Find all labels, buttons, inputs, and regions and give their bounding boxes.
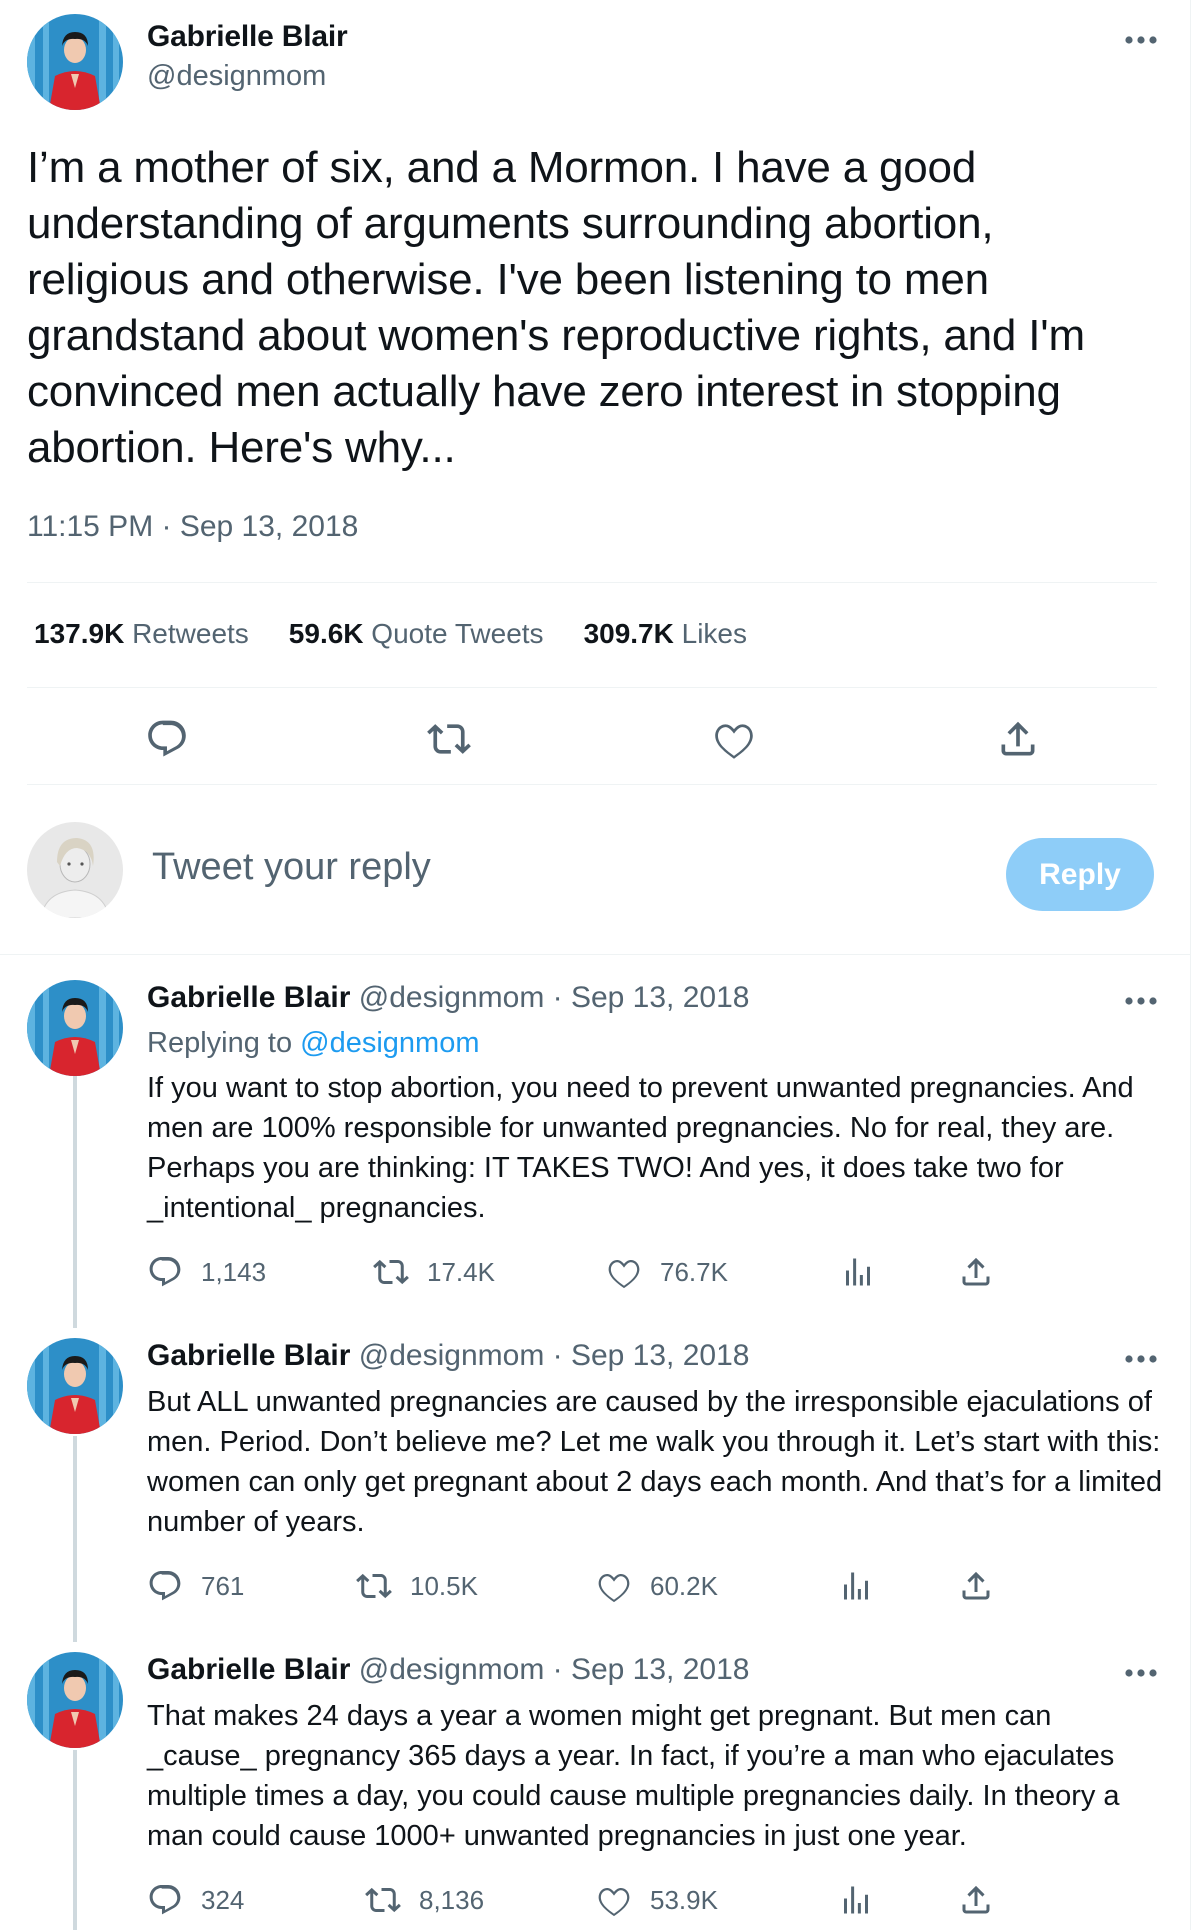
more-icon[interactable] bbox=[1124, 35, 1158, 45]
like-icon[interactable] bbox=[712, 717, 756, 761]
tweet-text: But ALL unwanted pregnancies are caused … bbox=[147, 1386, 1163, 1538]
retweet-icon[interactable] bbox=[427, 717, 471, 761]
author-avatar[interactable] bbox=[27, 1652, 123, 1748]
replying-to-handle[interactable]: @designmom bbox=[300, 1027, 479, 1059]
divider bbox=[27, 687, 1157, 688]
reply-count: 1,143 bbox=[201, 1256, 267, 1287]
divider bbox=[27, 582, 1157, 583]
author-name[interactable]: Gabrielle Blair bbox=[147, 981, 350, 1014]
analytics-icon[interactable] bbox=[840, 1254, 876, 1290]
like-action[interactable]: 60.2K bbox=[596, 1568, 718, 1604]
tweet-meta[interactable]: @designmom · Sep 13, 2018 bbox=[359, 981, 750, 1014]
tweet-stats: 137.9K Retweets 59.6K Quote Tweets 309.7… bbox=[34, 618, 747, 650]
share-action[interactable] bbox=[958, 1254, 994, 1290]
more-icon[interactable] bbox=[1124, 1668, 1158, 1678]
like-action[interactable]: 53.9K bbox=[596, 1882, 718, 1918]
share-icon[interactable] bbox=[958, 1254, 994, 1290]
reply-button[interactable]: Reply bbox=[1006, 838, 1154, 911]
current-user-avatar[interactable] bbox=[27, 822, 123, 918]
analytics-icon[interactable] bbox=[838, 1882, 874, 1918]
retweet-action[interactable]: 8,136 bbox=[365, 1882, 484, 1918]
quote-tweets-stat[interactable]: 59.6K Quote Tweets bbox=[289, 618, 544, 650]
like-icon[interactable] bbox=[596, 1882, 632, 1918]
replying-to: Replying to @designmom bbox=[147, 1027, 480, 1060]
likes-stat[interactable]: 309.7K Likes bbox=[584, 618, 747, 650]
more-icon[interactable] bbox=[1124, 996, 1158, 1006]
share-icon[interactable] bbox=[958, 1882, 994, 1918]
reply-action[interactable]: 324 bbox=[147, 1882, 244, 1918]
reply-icon[interactable] bbox=[147, 1568, 183, 1604]
retweet-action[interactable]: 17.4K bbox=[373, 1254, 495, 1290]
analytics-action[interactable] bbox=[838, 1882, 874, 1918]
tweet-header: Gabrielle Blair @designmom · Sep 13, 201… bbox=[147, 1653, 749, 1687]
like-icon[interactable] bbox=[606, 1254, 642, 1290]
thread-connector bbox=[73, 1750, 77, 1930]
analytics-icon[interactable] bbox=[838, 1568, 874, 1604]
retweet-count: 10.5K bbox=[410, 1570, 478, 1601]
thread-connector bbox=[73, 1076, 77, 1328]
tweet-text: I’m a mother of six, and a Mormon. I hav… bbox=[27, 143, 1085, 472]
author-name[interactable]: Gabrielle Blair bbox=[147, 20, 348, 54]
reply-action[interactable]: 761 bbox=[147, 1568, 244, 1604]
share-action[interactable] bbox=[958, 1568, 994, 1604]
share-icon[interactable] bbox=[996, 717, 1040, 761]
reply-input[interactable]: Tweet your reply bbox=[152, 846, 431, 889]
author-handle[interactable]: @designmom bbox=[147, 60, 326, 93]
analytics-action[interactable] bbox=[838, 1568, 874, 1604]
tweet-page: Gabrielle Blair @designmom I’m a mother … bbox=[0, 0, 1194, 1930]
reply-count: 324 bbox=[201, 1884, 245, 1915]
tweet-timestamp[interactable]: 11:15 PM · Sep 13, 2018 bbox=[27, 510, 358, 544]
thread-connector bbox=[73, 1436, 77, 1642]
share-icon[interactable] bbox=[958, 1568, 994, 1604]
reply-icon[interactable] bbox=[145, 717, 189, 761]
retweet-count: 17.4K bbox=[427, 1256, 495, 1287]
like-count: 60.2K bbox=[650, 1570, 718, 1601]
reply-icon[interactable] bbox=[147, 1254, 183, 1290]
tweet-header: Gabrielle Blair @designmom · Sep 13, 201… bbox=[147, 1339, 749, 1373]
retweet-count: 8,136 bbox=[419, 1884, 485, 1915]
reply-icon[interactable] bbox=[147, 1882, 183, 1918]
like-count: 76.7K bbox=[660, 1256, 728, 1287]
author-avatar[interactable] bbox=[27, 14, 123, 110]
retweet-action[interactable]: 10.5K bbox=[356, 1568, 478, 1604]
author-avatar[interactable] bbox=[27, 1338, 123, 1434]
more-icon[interactable] bbox=[1124, 1354, 1158, 1364]
divider bbox=[0, 954, 1190, 955]
tweet-meta[interactable]: @designmom · Sep 13, 2018 bbox=[359, 1339, 750, 1372]
tweet-meta[interactable]: @designmom · Sep 13, 2018 bbox=[359, 1653, 750, 1686]
like-action[interactable]: 76.7K bbox=[606, 1254, 728, 1290]
retweets-stat[interactable]: 137.9K Retweets bbox=[34, 618, 249, 650]
share-action[interactable] bbox=[958, 1882, 994, 1918]
author-name[interactable]: Gabrielle Blair bbox=[147, 1653, 350, 1686]
retweet-icon[interactable] bbox=[356, 1568, 392, 1604]
tweet-text: If you want to stop abortion, you need t… bbox=[147, 1072, 1134, 1224]
like-count: 53.9K bbox=[650, 1884, 718, 1915]
retweet-icon[interactable] bbox=[373, 1254, 409, 1290]
divider bbox=[27, 784, 1157, 785]
author-avatar[interactable] bbox=[27, 980, 123, 1076]
tweet-header: Gabrielle Blair @designmom · Sep 13, 201… bbox=[147, 981, 749, 1015]
tweet-text: That makes 24 days a year a women might … bbox=[147, 1700, 1120, 1852]
reply-count: 761 bbox=[201, 1570, 245, 1601]
author-name[interactable]: Gabrielle Blair bbox=[147, 1339, 350, 1372]
like-icon[interactable] bbox=[596, 1568, 632, 1604]
retweet-icon[interactable] bbox=[365, 1882, 401, 1918]
replying-to-label: Replying to bbox=[147, 1027, 293, 1059]
reply-action[interactable]: 1,143 bbox=[147, 1254, 266, 1290]
analytics-action[interactable] bbox=[840, 1254, 876, 1290]
